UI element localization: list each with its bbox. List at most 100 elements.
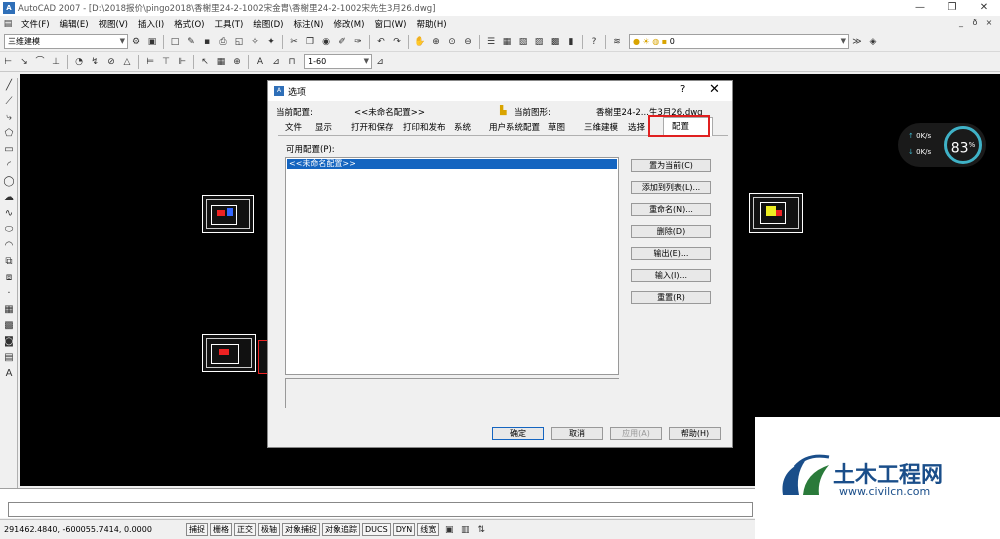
properties-icon[interactable]: ☰ bbox=[484, 35, 498, 49]
ortho-toggle[interactable]: 正交 bbox=[234, 523, 256, 536]
linear-dim-icon[interactable]: ⊢ bbox=[1, 55, 15, 69]
set-current-button[interactable]: 置为当前(C) bbox=[631, 159, 711, 172]
zoom-realtime-icon[interactable]: ⊕ bbox=[429, 35, 443, 49]
profile-list[interactable]: <<未命名配置>> bbox=[285, 157, 619, 375]
delete-button[interactable]: 删除(D) bbox=[631, 225, 711, 238]
tolerance-icon[interactable]: ▦ bbox=[214, 55, 228, 69]
import-button[interactable]: 输入(I)... bbox=[631, 269, 711, 282]
close-button[interactable]: ✕ bbox=[968, 0, 1000, 16]
insert-block-icon[interactable]: ⧉ bbox=[1, 254, 17, 270]
design-center-icon[interactable]: ▦ bbox=[500, 35, 514, 49]
layer-manager-icon[interactable]: ≋ bbox=[610, 35, 624, 49]
dim-text-edit-icon[interactable]: ⊿ bbox=[269, 55, 283, 69]
ok-button[interactable]: 确定 bbox=[492, 427, 544, 440]
polar-toggle[interactable]: 极轴 bbox=[258, 523, 280, 536]
workspace-settings-icon[interactable]: ⚙ bbox=[129, 35, 143, 49]
layer-select[interactable]: ● ☀ ◍ ▪ 0 ▼ bbox=[629, 34, 849, 49]
model-icon[interactable]: ▣ bbox=[442, 523, 456, 537]
osnap-toggle[interactable]: 对象捕捉 bbox=[282, 523, 320, 536]
tab-3d-modeling[interactable]: 三维建模 bbox=[584, 122, 618, 136]
menu-file[interactable]: 文件(F) bbox=[16, 18, 55, 30]
arc-length-icon[interactable]: ⌒ bbox=[33, 55, 47, 69]
document-icon[interactable]: ▤ bbox=[1, 17, 15, 31]
line-icon[interactable]: ╱ bbox=[1, 78, 17, 94]
menu-insert[interactable]: 插入(I) bbox=[133, 18, 169, 30]
export-button[interactable]: 输出(E)... bbox=[631, 247, 711, 260]
undo-icon[interactable]: ↶ bbox=[374, 35, 388, 49]
reset-button[interactable]: 重置(R) bbox=[631, 291, 711, 304]
tab-system[interactable]: 系统 bbox=[454, 122, 471, 136]
preview-icon[interactable]: ◱ bbox=[232, 35, 246, 49]
menu-draw[interactable]: 绘图(D) bbox=[248, 18, 288, 30]
menu-modify[interactable]: 修改(M) bbox=[328, 18, 369, 30]
ducs-toggle[interactable]: DUCS bbox=[362, 523, 391, 536]
spline-icon[interactable]: ∿ bbox=[1, 206, 17, 222]
help-dialog-button[interactable]: 帮助(H) bbox=[669, 427, 721, 440]
quick-dim-icon[interactable]: ⊨ bbox=[143, 55, 157, 69]
dim-edit-icon[interactable]: A bbox=[253, 55, 267, 69]
ordinate-dim-icon[interactable]: ⊥ bbox=[49, 55, 63, 69]
revision-cloud-icon[interactable]: ☁ bbox=[1, 190, 17, 206]
open-file-icon[interactable]: ✎ bbox=[184, 35, 198, 49]
list-item[interactable]: <<未命名配置>> bbox=[287, 159, 617, 169]
mdi-close-button[interactable]: × bbox=[982, 16, 996, 30]
menu-dimension[interactable]: 标注(N) bbox=[288, 18, 328, 30]
publish-icon[interactable]: ✧ bbox=[248, 35, 262, 49]
help-button[interactable]: ? bbox=[680, 84, 685, 95]
rectangle-icon[interactable]: ▭ bbox=[1, 142, 17, 158]
tab-plot-publish[interactable]: 打印和发布 bbox=[403, 122, 446, 136]
restore-button[interactable]: ❐ bbox=[936, 0, 968, 16]
multiline-text-icon[interactable]: A bbox=[1, 366, 17, 382]
pan-icon[interactable]: ✋ bbox=[413, 35, 427, 49]
rename-button[interactable]: 重命名(N)... bbox=[631, 203, 711, 216]
workspace-select[interactable]: 三维建模 ▼ bbox=[4, 34, 128, 49]
center-mark-icon[interactable]: ⊕ bbox=[230, 55, 244, 69]
copy-icon[interactable]: ❐ bbox=[303, 35, 317, 49]
table-icon[interactable]: ▤ bbox=[1, 350, 17, 366]
help-icon[interactable]: ? bbox=[587, 35, 601, 49]
layer-previous-icon[interactable]: ◈ bbox=[866, 35, 880, 49]
leader-icon[interactable]: ↖ bbox=[198, 55, 212, 69]
eraser-icon[interactable]: ✦ bbox=[264, 35, 278, 49]
baseline-dim-icon[interactable]: ⊤ bbox=[159, 55, 173, 69]
dim-update-icon[interactable]: ⊓ bbox=[285, 55, 299, 69]
hatch-icon[interactable]: ▦ bbox=[1, 302, 17, 318]
dialog-close-button[interactable]: ✕ bbox=[709, 82, 720, 97]
menu-edit[interactable]: 编辑(E) bbox=[55, 18, 94, 30]
otrack-toggle[interactable]: 对象追踪 bbox=[322, 523, 360, 536]
print-icon[interactable]: ⎙ bbox=[216, 35, 230, 49]
apply-button[interactable]: 应用(A) bbox=[610, 427, 662, 440]
zoom-previous-icon[interactable]: ⊖ bbox=[461, 35, 475, 49]
construction-line-icon[interactable]: ⟋ bbox=[1, 94, 17, 110]
layout-icon[interactable]: ▥ bbox=[458, 523, 472, 537]
markup-icon[interactable]: ▩ bbox=[548, 35, 562, 49]
polyline-icon[interactable]: ⤷ bbox=[1, 110, 17, 126]
menu-help[interactable]: 帮助(H) bbox=[412, 18, 452, 30]
arc-icon[interactable]: ◜ bbox=[1, 158, 17, 174]
lineweight-toggle[interactable]: 线宽 bbox=[417, 523, 440, 536]
dim-style-select[interactable]: 1-60 ▼ bbox=[304, 54, 372, 69]
diameter-dim-icon[interactable]: ⊘ bbox=[104, 55, 118, 69]
tab-selection[interactable]: 选择 bbox=[628, 122, 645, 136]
command-input[interactable] bbox=[8, 502, 753, 517]
paste-icon[interactable]: ◉ bbox=[319, 35, 333, 49]
point-icon[interactable]: · bbox=[1, 286, 17, 302]
radius-dim-icon[interactable]: ◔ bbox=[72, 55, 86, 69]
snap-toggle[interactable]: 捕捉 bbox=[186, 523, 208, 536]
grid-toggle[interactable]: 栅格 bbox=[210, 523, 232, 536]
menu-window[interactable]: 窗口(W) bbox=[369, 18, 411, 30]
save-icon[interactable]: ▪ bbox=[200, 35, 214, 49]
block-editor-icon[interactable]: ✑ bbox=[351, 35, 365, 49]
menu-format[interactable]: 格式(O) bbox=[169, 18, 209, 30]
make-block-icon[interactable]: ⧈ bbox=[1, 270, 17, 286]
dim-style-icon[interactable]: ⊿ bbox=[373, 55, 387, 69]
tab-drafting[interactable]: 草图 bbox=[548, 122, 565, 136]
circle-icon[interactable]: ◯ bbox=[1, 174, 17, 190]
tab-user-preferences[interactable]: 用户系统配置 bbox=[489, 122, 540, 136]
menu-tools[interactable]: 工具(T) bbox=[209, 18, 248, 30]
ellipse-arc-icon[interactable]: ◠ bbox=[1, 238, 17, 254]
status-menu-icon[interactable]: ⇅ bbox=[474, 523, 488, 537]
calculator-icon[interactable]: ▮ bbox=[564, 35, 578, 49]
cancel-button[interactable]: 取消 bbox=[551, 427, 603, 440]
sheet-set-icon[interactable]: ▨ bbox=[532, 35, 546, 49]
